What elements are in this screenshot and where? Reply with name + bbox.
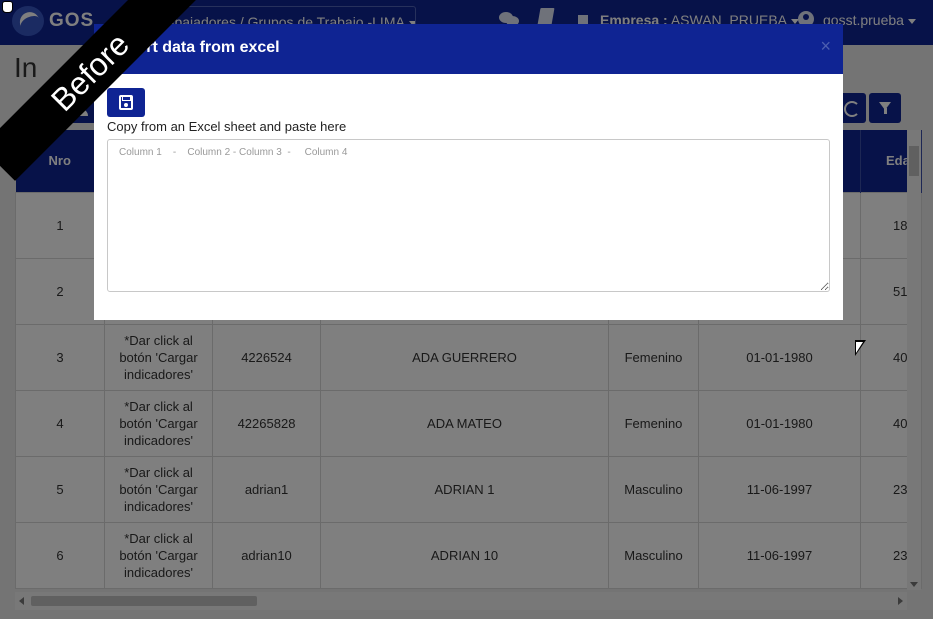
ribbon-label: Before [0, 0, 199, 181]
excel-paste-textarea[interactable] [107, 139, 830, 292]
import-excel-modal: Import data from excel × Copy from an Ex… [94, 24, 843, 320]
hand-cursor-icon [2, 1, 13, 13]
modal-header: Import data from excel × [94, 24, 843, 74]
close-icon[interactable]: × [820, 36, 831, 57]
mouse-pointer-icon [855, 340, 869, 360]
before-ribbon: Before [0, 0, 200, 200]
